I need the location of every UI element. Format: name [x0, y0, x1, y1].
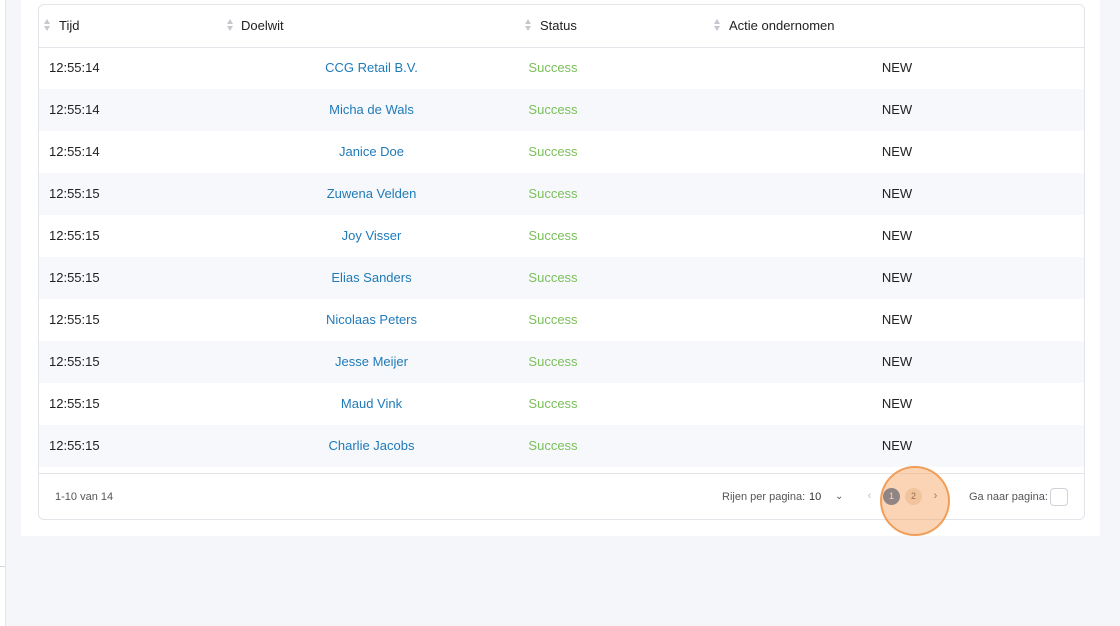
- action-cell: NEW: [881, 144, 913, 159]
- target-link[interactable]: Joy Visser: [270, 215, 473, 257]
- range-text: 1-10 van 14: [55, 491, 114, 503]
- action-cell: NEW: [881, 186, 913, 201]
- page-1-button[interactable]: 1: [883, 488, 900, 505]
- time-cell: 12:55:15: [49, 354, 100, 369]
- status-cell: Success: [528, 270, 578, 285]
- chevron-down-icon: ⌄: [835, 491, 844, 502]
- column-header-target[interactable]: Doelwit: [224, 5, 514, 47]
- goto-page-label: Ga naar pagina:: [969, 491, 1048, 503]
- time-cell: 12:55:15: [49, 186, 100, 201]
- action-cell: NEW: [881, 396, 913, 411]
- status-cell: Success: [528, 186, 578, 201]
- action-cell: NEW: [881, 354, 913, 369]
- target-link[interactable]: CCG Retail B.V.: [270, 47, 473, 89]
- table-row: 12:55:15 Elias Sanders Success NEW: [39, 257, 1084, 299]
- time-cell: 12:55:15: [49, 438, 100, 453]
- column-header-label: Status: [540, 18, 577, 33]
- divider: [0, 566, 5, 567]
- column-header-label: Doelwit: [241, 18, 284, 33]
- target-link[interactable]: Charlie Jacobs: [270, 425, 473, 467]
- results-table: Tijd Doelwit Status Actie ondernomen 12:…: [38, 4, 1085, 536]
- column-header-label: Actie ondernomen: [729, 18, 835, 33]
- table-row: 12:55:15 Joy Visser Success NEW: [39, 215, 1084, 257]
- status-cell: Success: [528, 396, 578, 411]
- sort-icon: [525, 19, 532, 33]
- table-row: 12:55:14 Micha de Wals Success NEW: [39, 89, 1084, 131]
- action-cell: NEW: [881, 228, 913, 243]
- column-header-action[interactable]: Actie ondernomen: [712, 5, 952, 47]
- chevron-left-icon[interactable]: ‹: [861, 488, 878, 505]
- status-cell: Success: [528, 312, 578, 327]
- status-cell: Success: [528, 60, 578, 75]
- left-edge-panel: [0, 0, 6, 626]
- sort-icon: [44, 19, 51, 33]
- status-cell: Success: [528, 144, 578, 159]
- table-row: 12:55:15 Maud Vink Success NEW: [39, 383, 1084, 425]
- sort-icon: [714, 19, 721, 33]
- status-cell: Success: [528, 102, 578, 117]
- target-link[interactable]: Maud Vink: [270, 383, 473, 425]
- content-card: Tijd Doelwit Status Actie ondernomen 12:…: [21, 0, 1100, 536]
- target-link[interactable]: Janice Doe: [270, 131, 473, 173]
- target-link[interactable]: Jesse Meijer: [270, 341, 473, 383]
- rows-per-page-select[interactable]: 10 ⌄: [809, 487, 847, 507]
- table-row: 12:55:15 Charlie Jacobs Success NEW: [39, 425, 1084, 467]
- target-link[interactable]: Nicolaas Peters: [270, 299, 473, 341]
- status-cell: Success: [528, 354, 578, 369]
- column-header-time[interactable]: Tijd: [39, 5, 219, 47]
- table-row: 12:55:14 Janice Doe Success NEW: [39, 131, 1084, 173]
- table-row: 12:55:15 Nicolaas Peters Success NEW: [39, 299, 1084, 341]
- rows-per-page-label: Rijen per pagina:: [722, 491, 806, 503]
- table-row: 12:55:15 Jesse Meijer Success NEW: [39, 341, 1084, 383]
- action-cell: NEW: [881, 102, 913, 117]
- time-cell: 12:55:15: [49, 396, 100, 411]
- action-cell: NEW: [881, 312, 913, 327]
- action-cell: NEW: [881, 438, 913, 453]
- time-cell: 12:55:14: [49, 102, 100, 117]
- time-cell: 12:55:14: [49, 60, 100, 75]
- status-cell: Success: [528, 438, 578, 453]
- sort-icon: [227, 19, 234, 33]
- table-row: 12:55:14 CCG Retail B.V. Success NEW: [39, 47, 1084, 89]
- column-header-status[interactable]: Status: [523, 5, 703, 47]
- time-cell: 12:55:15: [49, 312, 100, 327]
- table-header: Tijd Doelwit Status Actie ondernomen: [39, 5, 1084, 48]
- column-header-label: Tijd: [59, 18, 80, 33]
- target-link[interactable]: Micha de Wals: [270, 89, 473, 131]
- page-2-button[interactable]: 2: [905, 488, 922, 505]
- time-cell: 12:55:15: [49, 228, 100, 243]
- target-link[interactable]: Elias Sanders: [270, 257, 473, 299]
- time-cell: 12:55:14: [49, 144, 100, 159]
- table-row: 12:55:15 Zuwena Velden Success NEW: [39, 173, 1084, 215]
- rows-per-page-value: 10: [809, 491, 822, 503]
- action-cell: NEW: [881, 60, 913, 75]
- action-cell: NEW: [881, 270, 913, 285]
- goto-page-input[interactable]: [1050, 488, 1068, 506]
- chevron-right-icon[interactable]: ›: [927, 488, 944, 505]
- target-link[interactable]: Zuwena Velden: [270, 173, 473, 215]
- status-cell: Success: [528, 228, 578, 243]
- pagination-bar: 1-10 van 14 Rijen per pagina: 10 ⌄ ‹ 1 2…: [39, 466, 1084, 536]
- time-cell: 12:55:15: [49, 270, 100, 285]
